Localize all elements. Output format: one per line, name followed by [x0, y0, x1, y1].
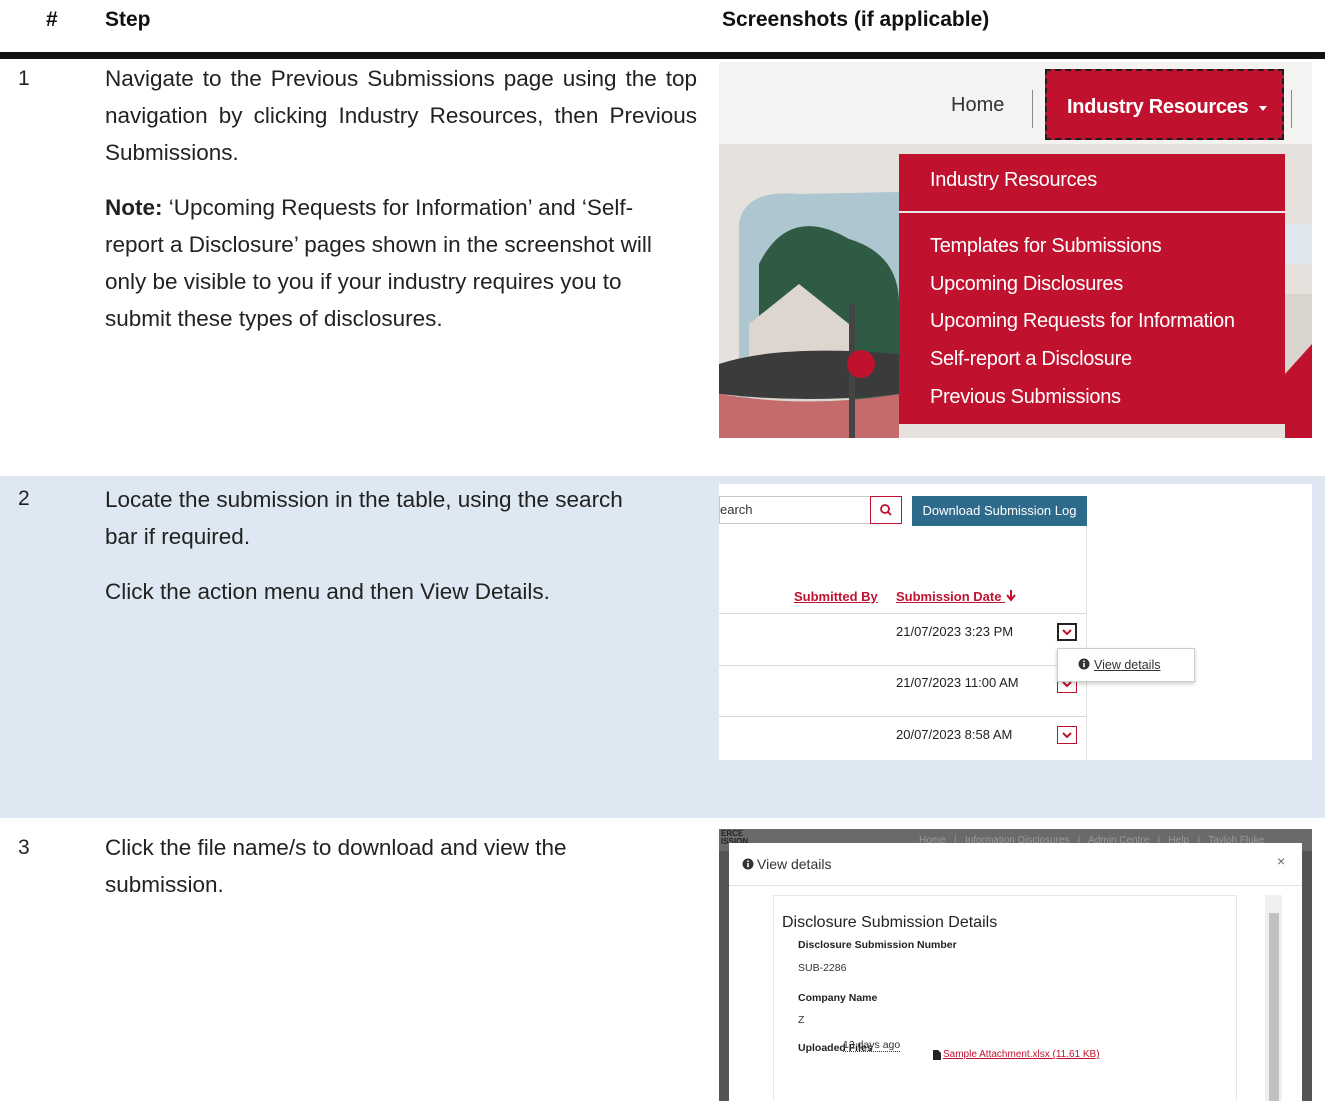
nav-industry-resources-label: Industry Resources [1067, 96, 1249, 118]
action-menu-popup: View details [1057, 648, 1195, 682]
uploaded-time: 13 days ago [843, 1039, 901, 1052]
caret-down-icon [1259, 106, 1267, 111]
note-text: ‘Upcoming Requests for Information’ and … [105, 195, 652, 331]
header-rule [0, 52, 1325, 59]
view-details-modal: View details × Disclosure Submission Det… [729, 843, 1302, 1101]
nav-separator [1032, 90, 1033, 128]
search-button[interactable] [870, 496, 902, 524]
modal-divider [729, 885, 1302, 886]
value-submission-number: SUB-2286 [798, 962, 847, 974]
row-divider [719, 613, 1087, 614]
info-circle-icon [1078, 658, 1090, 670]
step-instruction: Navigate to the Previous Submissions pag… [105, 66, 697, 165]
menu-item-upcoming-disclosures[interactable]: Upcoming Disclosures [930, 273, 1123, 296]
screenshot-view-details-modal: ERCE ISSION Home | Information Disclosur… [719, 829, 1312, 1101]
row-divider [719, 716, 1087, 717]
action-menu-button[interactable] [1057, 623, 1077, 641]
search-input[interactable]: earch [719, 496, 870, 524]
file-download-link[interactable]: Sample Attachment.xlsx (11.61 KB) [943, 1049, 1100, 1060]
menu-item-previous-submissions[interactable]: Previous Submissions [930, 386, 1121, 409]
label-company-name: Company Name [798, 992, 878, 1004]
submission-date-cell: 21/07/2023 3:23 PM [896, 624, 1014, 639]
submission-date-cell: 20/07/2023 8:58 AM [896, 727, 1013, 742]
header-step: Step [105, 8, 151, 31]
menu-item-self-report[interactable]: Self-report a Disclosure [930, 348, 1132, 371]
column-submitted-by[interactable]: Submitted By [794, 589, 878, 604]
step-note: Note: ‘Upcoming Requests for Information… [105, 189, 665, 337]
close-icon[interactable]: × [1277, 853, 1285, 869]
table-header: # Step Screenshots (if applicable) [0, 0, 1325, 52]
header-num: # [46, 8, 58, 31]
action-menu-button[interactable] [1057, 726, 1077, 744]
chevron-down-icon [1062, 629, 1072, 636]
step-instruction: Click the action menu and then View Deta… [105, 579, 550, 604]
submission-date-cell: 21/07/2023 11:00 AM [896, 675, 1019, 690]
divider [1086, 526, 1087, 760]
step-description: Locate the submission in the table, usin… [105, 481, 645, 628]
nav-industry-resources-button[interactable]: Industry Resources [1045, 69, 1284, 140]
file-icon [933, 1050, 941, 1060]
screenshot-submissions-table: earch Download Submission Log Submitted … [719, 484, 1312, 760]
menu-divider [899, 211, 1285, 213]
note-label: Note: [105, 195, 163, 220]
nav-home-link[interactable]: Home [951, 94, 1004, 117]
details-heading: Disclosure Submission Details [782, 914, 998, 931]
step-instruction: Click the file name/s to download and vi… [105, 835, 567, 897]
modal-title: View details [757, 856, 832, 872]
info-circle-icon [742, 858, 754, 870]
menu-item-upcoming-rfi[interactable]: Upcoming Requests for Information [930, 310, 1235, 333]
nav-separator [1291, 90, 1292, 128]
details-panel: Disclosure Submission Details Disclosure… [773, 895, 1237, 1101]
scrollbar-thumb[interactable] [1269, 913, 1279, 1101]
industry-resources-dropdown: Industry Resources Templates for Submiss… [899, 154, 1285, 424]
step-number: 3 [18, 836, 30, 859]
top-navigation-bar: Home Industry Resources [719, 62, 1312, 144]
column-submission-date[interactable]: Submission Date [896, 589, 1017, 604]
row-divider [719, 665, 1087, 666]
header-screenshots: Screenshots (if applicable) [722, 8, 990, 31]
view-details-link[interactable]: View details [1094, 658, 1160, 672]
step-description: Click the file name/s to download and vi… [105, 829, 665, 921]
step-number: 2 [18, 487, 30, 510]
step-instruction: Locate the submission in the table, usin… [105, 487, 623, 549]
value-company-name: Z [798, 1014, 805, 1026]
chevron-down-icon [1062, 732, 1072, 739]
screenshot-navigation: Home Industry Resources Industry Resourc… [719, 62, 1312, 438]
label-submission-number: Disclosure Submission Number [798, 939, 957, 951]
column-submission-date-label: Submission Date [896, 589, 1002, 604]
menu-item-industry-resources[interactable]: Industry Resources [930, 169, 1097, 192]
step-number: 1 [18, 67, 30, 90]
menu-item-templates[interactable]: Templates for Submissions [930, 235, 1162, 258]
search-icon [880, 504, 892, 516]
download-submission-log-button[interactable]: Download Submission Log [912, 496, 1087, 526]
step-description: Navigate to the Previous Submissions pag… [105, 60, 697, 355]
arrow-down-icon [1006, 590, 1016, 602]
